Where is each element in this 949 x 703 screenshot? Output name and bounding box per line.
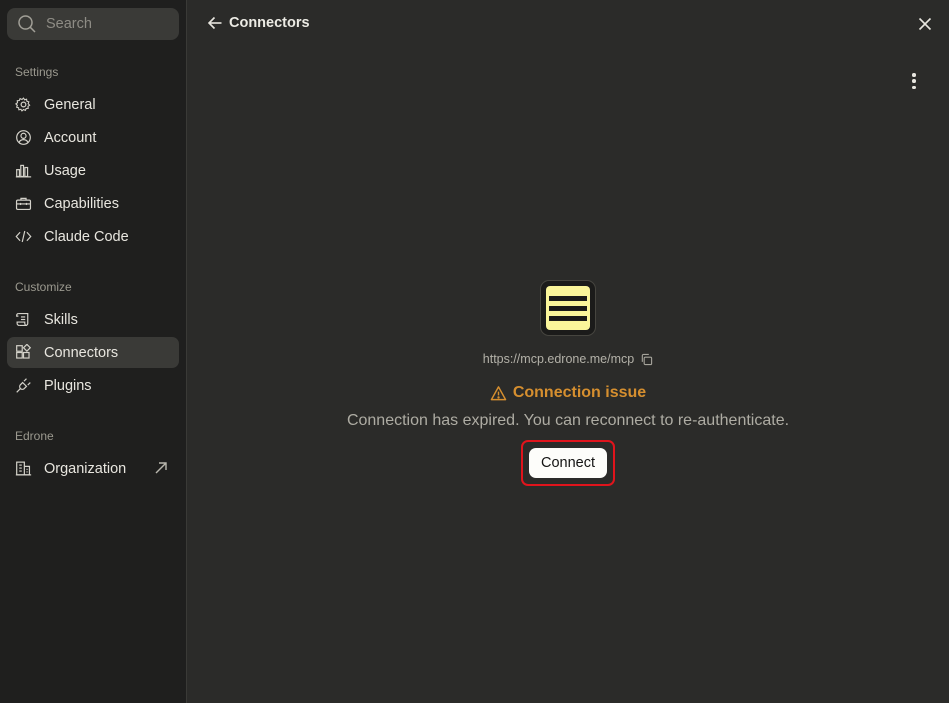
sidebar-item-skills[interactable]: Skills [7, 304, 179, 335]
dot [912, 85, 916, 89]
toolbox-icon [15, 197, 32, 211]
main-panel: Connectors https://mcp.edrone.me/mcp Con… [187, 0, 949, 703]
plug-icon [16, 378, 31, 393]
status-message: Connection has expired. You can reconnec… [346, 412, 790, 429]
code-icon [15, 230, 32, 243]
bar-chart-icon [15, 164, 32, 178]
logo-bar [549, 305, 587, 311]
page-title: Connectors [229, 15, 310, 31]
settings-window: Settings General Account Usage Cap [0, 0, 949, 703]
warning-icon [490, 385, 507, 400]
sidebar-item-plugins[interactable]: Plugins [7, 370, 179, 401]
sidebar-item-label: Skills [44, 311, 78, 328]
more-options-button[interactable] [909, 72, 919, 90]
logo-bar [549, 315, 587, 321]
logo-bar [549, 295, 587, 301]
connector-detail: https://mcp.edrone.me/mcp Connection iss… [187, 280, 949, 486]
connection-status: Connection issue [490, 384, 646, 402]
sidebar-item-label: Usage [44, 162, 86, 179]
sidebar-item-label: Capabilities [44, 195, 119, 212]
sidebar-item-connectors[interactable]: Connectors [7, 337, 179, 368]
connector-url: https://mcp.edrone.me/mcp [482, 352, 635, 366]
edrone-logo-icon [546, 286, 590, 330]
sidebar-item-label: Connectors [44, 344, 119, 361]
connector-url-row: https://mcp.edrone.me/mcp [483, 352, 653, 366]
external-link-icon [155, 462, 167, 474]
scroll-icon [16, 312, 29, 327]
section-label-edrone: Edrone [15, 429, 54, 443]
search-icon [18, 15, 36, 33]
dot [912, 73, 916, 77]
sidebar-item-label: Claude Code [44, 228, 129, 245]
connect-button-highlight: Connect [520, 440, 615, 486]
sidebar-item-claude-code[interactable]: Claude Code [7, 221, 179, 252]
sidebar-item-label: Plugins [44, 377, 92, 394]
sidebar-item-usage[interactable]: Usage [7, 155, 179, 186]
sidebar-item-label: Account [44, 129, 97, 146]
sidebar-item-capabilities[interactable]: Capabilities [7, 188, 179, 219]
section-label-customize: Customize [15, 280, 72, 294]
copy-icon[interactable] [640, 353, 653, 366]
sidebar-item-organization[interactable]: Organization [7, 453, 179, 484]
dot [912, 79, 916, 83]
sidebar-item-label: Organization [44, 460, 127, 477]
connector-logo [540, 280, 596, 336]
user-circle-icon [16, 130, 31, 145]
blocks-icon [16, 344, 32, 359]
sidebar-item-account[interactable]: Account [7, 122, 179, 153]
back-arrow-icon[interactable] [207, 15, 223, 31]
search-input[interactable] [46, 16, 156, 32]
close-icon[interactable] [918, 17, 932, 31]
search-box[interactable] [7, 8, 179, 40]
building-icon [15, 461, 32, 476]
status-title: Connection issue [512, 384, 647, 401]
sidebar-item-general[interactable]: General [7, 89, 179, 120]
sidebar-item-label: General [44, 96, 96, 113]
sidebar: Settings General Account Usage Cap [0, 0, 187, 703]
section-label-settings: Settings [15, 65, 59, 79]
gear-icon [15, 97, 31, 112]
connect-button[interactable]: Connect [528, 448, 607, 478]
